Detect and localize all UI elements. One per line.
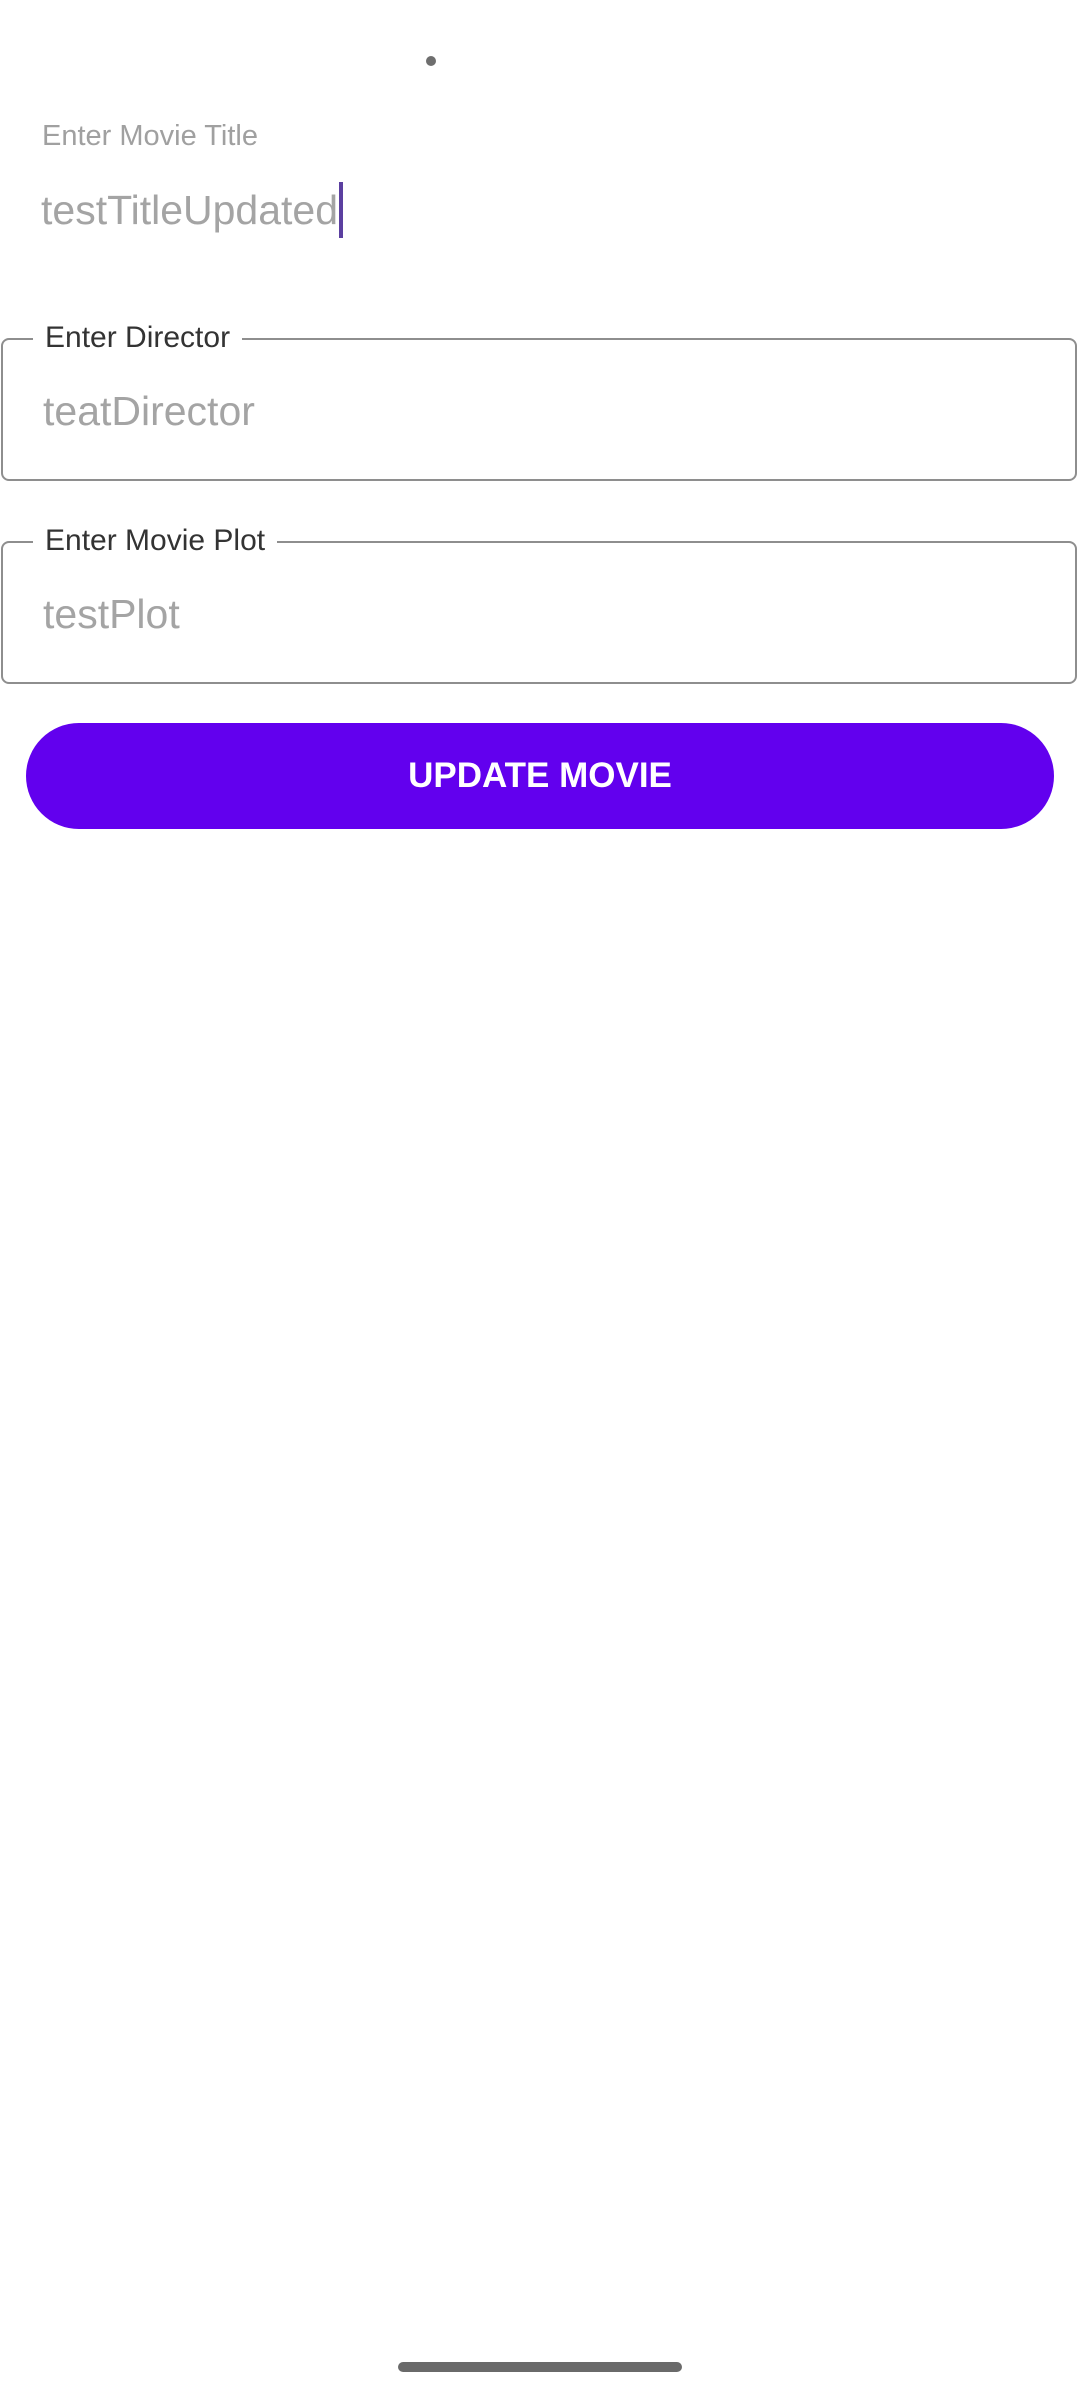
status-dot [426, 56, 436, 66]
plot-field[interactable]: Enter Movie Plot testPlot [1, 524, 1077, 684]
home-gesture-bar[interactable] [398, 2362, 682, 2372]
movie-title-value: testTitleUpdated [41, 186, 339, 233]
plot-label: Enter Movie Plot [33, 524, 278, 558]
director-field[interactable]: Enter Director teatDirector [1, 321, 1077, 481]
update-movie-button[interactable]: UPDATE MOVIE [26, 723, 1054, 829]
director-value: teatDirector [43, 388, 255, 434]
text-cursor [339, 182, 344, 238]
movie-title-input[interactable]: testTitleUpdated [41, 182, 344, 238]
director-label: Enter Director [33, 321, 243, 355]
plot-value: testPlot [43, 591, 180, 637]
movie-title-label: Enter Movie Title [42, 120, 258, 152]
